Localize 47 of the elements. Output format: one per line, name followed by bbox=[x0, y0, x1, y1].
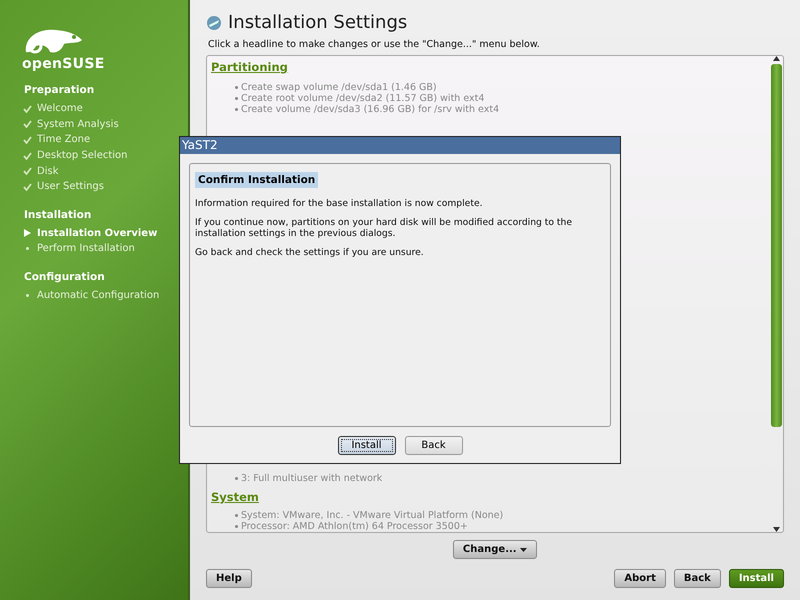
summary-line: Processor: AMD Athlon(tm) 64 Processor 3500+ bbox=[241, 521, 468, 532]
summary-line: System: VMware, Inc. - VMware Virtual Platform (None) bbox=[241, 510, 504, 521]
hint-text: Click a headline to make changes or use the "Change..." menu below. bbox=[208, 39, 541, 50]
scroll-down-icon[interactable] bbox=[772, 527, 780, 532]
bullet-icon bbox=[235, 97, 238, 100]
bullet-icon bbox=[235, 525, 238, 528]
wizard-button[interactable]: Back bbox=[674, 569, 721, 588]
dialog-button[interactable]: Back bbox=[404, 436, 462, 455]
sidebar-item: System Analysis bbox=[37, 118, 119, 130]
bullet-icon bbox=[235, 86, 238, 89]
dialog-text: Go back and check the settings if you are unsure. bbox=[195, 247, 425, 258]
summary-line: Create swap volume /dev/sda1 (1.46 GB) bbox=[241, 82, 437, 93]
section-heading-link[interactable]: Partitioning bbox=[211, 60, 765, 74]
dialog-button[interactable]: Install bbox=[338, 436, 396, 455]
scrollbar[interactable] bbox=[769, 56, 783, 532]
sidebar-item: Installation Overview bbox=[37, 228, 158, 239]
dialog-text: If you continue now, partitions on your hard disk will be modified according to the installation settings in the previous dialogs. bbox=[195, 217, 574, 239]
dot-icon bbox=[26, 247, 28, 250]
dialog-title-bar: YaST2 bbox=[180, 137, 620, 154]
section-heading-link[interactable]: System bbox=[211, 490, 765, 504]
caret-icon bbox=[520, 548, 528, 552]
change-dropdown-button[interactable]: Change... bbox=[452, 540, 538, 559]
sidebar-item: Desktop Selection bbox=[37, 150, 128, 162]
sidebar-item: User Settings bbox=[37, 181, 104, 192]
summary-line: Create volume /dev/sda3 (16.96 GB) for /srv with ext4 bbox=[241, 104, 500, 115]
summary-line: Create root volume /dev/sda2 (11.57 GB) with ext4 bbox=[241, 93, 484, 104]
bullet-icon bbox=[235, 514, 238, 517]
sidebar-item: Automatic Configuration bbox=[37, 290, 160, 302]
wizard-button[interactable]: Install bbox=[728, 569, 784, 588]
summary-line: 3: Full multiuser with network bbox=[241, 473, 382, 484]
sidebar-item: Time Zone bbox=[37, 134, 90, 146]
logo-text: openSUSE bbox=[22, 56, 105, 72]
sidebar-section-title: Installation bbox=[23, 208, 92, 221]
help-button[interactable]: Help bbox=[206, 569, 252, 588]
sidebar-item: Welcome bbox=[37, 103, 83, 114]
sidebar-item: Perform Installation bbox=[37, 243, 135, 254]
wizard-button[interactable]: Abort bbox=[614, 569, 666, 588]
bullet-icon bbox=[235, 477, 238, 480]
bullet-icon bbox=[235, 108, 238, 111]
scroll-up-icon[interactable] bbox=[772, 56, 780, 61]
sidebar-section-title: Configuration bbox=[23, 270, 106, 283]
page-title: Installation Settings bbox=[228, 12, 408, 33]
sidebar-section-title: Preparation bbox=[23, 84, 96, 96]
sidebar-item: Disk bbox=[37, 166, 58, 177]
dialog-heading: Confirm Installation bbox=[195, 172, 318, 188]
dot-icon bbox=[26, 294, 28, 298]
dialog-text: Information required for the base installation is now complete. bbox=[195, 198, 484, 209]
